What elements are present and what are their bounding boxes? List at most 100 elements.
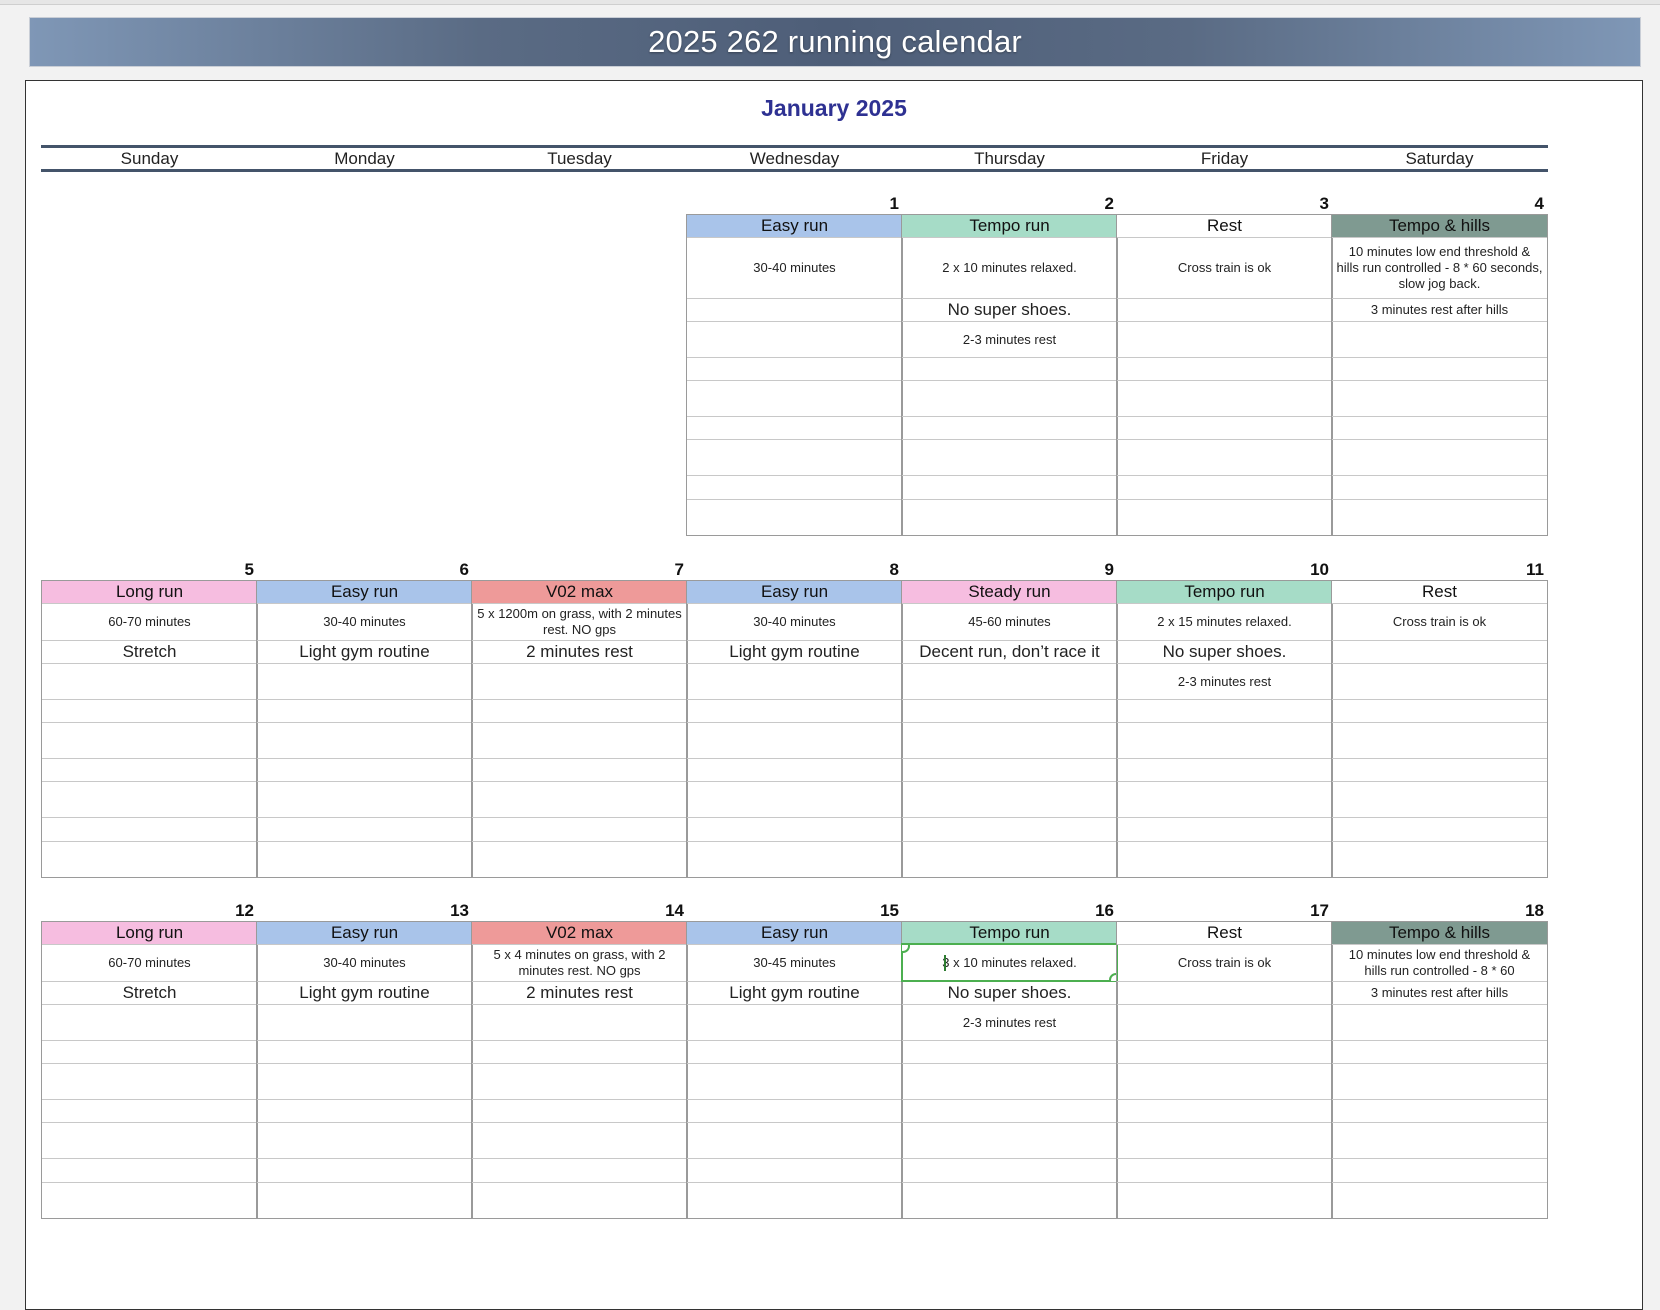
workout-note-cell[interactable]: Light gym routine xyxy=(687,640,902,663)
workout-type-cell[interactable]: Rest xyxy=(1117,215,1332,237)
empty-note-cell[interactable] xyxy=(472,699,687,722)
workout-note-cell[interactable]: Decent run, don’t race it xyxy=(902,640,1117,663)
workout-type-cell[interactable]: Easy run xyxy=(687,581,902,603)
empty-note-cell[interactable] xyxy=(902,1063,1117,1099)
empty-note-cell[interactable] xyxy=(472,1063,687,1099)
empty-note-cell[interactable] xyxy=(1117,475,1332,499)
empty-note-cell[interactable] xyxy=(1332,1122,1547,1158)
workout-note-cell[interactable] xyxy=(1332,321,1547,357)
empty-note-cell[interactable] xyxy=(42,781,257,817)
empty-note-cell[interactable] xyxy=(1332,357,1547,380)
workout-note-cell[interactable] xyxy=(472,1004,687,1040)
workout-note-cell[interactable]: 3 minutes rest after hills xyxy=(1332,298,1547,321)
empty-note-cell[interactable] xyxy=(1332,499,1547,535)
workout-note-cell[interactable]: No super shoes. xyxy=(1117,640,1332,663)
empty-note-cell[interactable] xyxy=(687,1158,902,1182)
workout-note-cell[interactable] xyxy=(687,663,902,699)
empty-note-cell[interactable] xyxy=(42,817,257,841)
empty-note-cell[interactable] xyxy=(902,1040,1117,1063)
workout-detail-cell[interactable]: 45-60 minutes xyxy=(902,603,1117,640)
empty-note-cell[interactable] xyxy=(42,1158,257,1182)
empty-note-cell[interactable] xyxy=(687,1122,902,1158)
empty-note-cell[interactable] xyxy=(902,357,1117,380)
workout-detail-cell[interactable]: 30-40 minutes xyxy=(257,603,472,640)
empty-note-cell[interactable] xyxy=(1117,416,1332,439)
workout-type-cell[interactable]: V02 max xyxy=(472,581,687,603)
empty-note-cell[interactable] xyxy=(472,1182,687,1218)
workout-note-cell[interactable] xyxy=(1332,640,1547,663)
workout-note-cell[interactable] xyxy=(687,1004,902,1040)
empty-note-cell[interactable] xyxy=(257,1063,472,1099)
empty-note-cell[interactable] xyxy=(42,722,257,758)
empty-note-cell[interactable] xyxy=(42,758,257,781)
empty-note-cell[interactable] xyxy=(42,1182,257,1218)
empty-note-cell[interactable] xyxy=(687,439,902,475)
workout-type-cell[interactable]: Easy run xyxy=(257,922,472,944)
workout-note-cell[interactable] xyxy=(687,298,902,321)
empty-note-cell[interactable] xyxy=(902,841,1117,877)
workout-note-cell[interactable]: No super shoes. xyxy=(902,981,1117,1004)
empty-note-cell[interactable] xyxy=(1332,380,1547,416)
empty-note-cell[interactable] xyxy=(1117,1158,1332,1182)
workout-detail-cell[interactable]: 10 minutes low end threshold & hills run… xyxy=(1332,237,1547,298)
empty-note-cell[interactable] xyxy=(42,1063,257,1099)
workout-detail-cell[interactable]: Cross train is ok xyxy=(1117,944,1332,981)
workout-note-cell[interactable] xyxy=(1332,1004,1547,1040)
workout-note-cell[interactable] xyxy=(1117,1004,1332,1040)
empty-note-cell[interactable] xyxy=(1117,781,1332,817)
workout-detail-cell[interactable]: 2 x 10 minutes relaxed. xyxy=(902,237,1117,298)
empty-note-cell[interactable] xyxy=(1332,781,1547,817)
empty-note-cell[interactable] xyxy=(687,475,902,499)
empty-note-cell[interactable] xyxy=(687,781,902,817)
empty-note-cell[interactable] xyxy=(257,1040,472,1063)
workout-type-cell[interactable]: Tempo run xyxy=(1117,581,1332,603)
empty-note-cell[interactable] xyxy=(902,1099,1117,1122)
empty-note-cell[interactable] xyxy=(472,1040,687,1063)
empty-note-cell[interactable] xyxy=(472,722,687,758)
empty-note-cell[interactable] xyxy=(472,781,687,817)
empty-note-cell[interactable] xyxy=(1117,841,1332,877)
empty-note-cell[interactable] xyxy=(687,817,902,841)
empty-note-cell[interactable] xyxy=(1117,1063,1332,1099)
workout-detail-cell[interactable]: Cross train is ok xyxy=(1117,237,1332,298)
empty-note-cell[interactable] xyxy=(42,699,257,722)
empty-note-cell[interactable] xyxy=(1332,1182,1547,1218)
empty-note-cell[interactable] xyxy=(687,499,902,535)
empty-note-cell[interactable] xyxy=(902,380,1117,416)
empty-note-cell[interactable] xyxy=(1117,357,1332,380)
workout-note-cell[interactable] xyxy=(1332,663,1547,699)
empty-note-cell[interactable] xyxy=(1332,475,1547,499)
workout-note-cell[interactable]: 3 minutes rest after hills xyxy=(1332,981,1547,1004)
workout-note-cell[interactable] xyxy=(902,663,1117,699)
workout-note-cell[interactable] xyxy=(257,1004,472,1040)
workout-detail-cell[interactable]: 30-45 minutes xyxy=(687,944,902,981)
workout-note-cell[interactable] xyxy=(42,663,257,699)
workout-detail-cell[interactable]: 5 x 1200m on grass, with 2 minutes rest.… xyxy=(472,603,687,640)
empty-note-cell[interactable] xyxy=(1117,499,1332,535)
workout-detail-cell[interactable]: 30-40 minutes xyxy=(687,603,902,640)
workout-detail-cell[interactable]: 30-40 minutes xyxy=(257,944,472,981)
workout-note-cell[interactable] xyxy=(1117,298,1332,321)
workout-note-cell[interactable] xyxy=(1117,321,1332,357)
workout-note-cell[interactable] xyxy=(257,663,472,699)
empty-note-cell[interactable] xyxy=(902,1158,1117,1182)
empty-note-cell[interactable] xyxy=(472,1158,687,1182)
empty-note-cell[interactable] xyxy=(1332,416,1547,439)
empty-note-cell[interactable] xyxy=(1332,817,1547,841)
workout-note-cell[interactable] xyxy=(472,663,687,699)
workout-note-cell[interactable]: No super shoes. xyxy=(902,298,1117,321)
workout-note-cell[interactable]: Stretch xyxy=(42,640,257,663)
empty-note-cell[interactable] xyxy=(687,758,902,781)
empty-note-cell[interactable] xyxy=(1117,380,1332,416)
workout-note-cell[interactable]: 2-3 minutes rest xyxy=(902,1004,1117,1040)
workout-note-cell[interactable]: 2-3 minutes rest xyxy=(1117,663,1332,699)
empty-note-cell[interactable] xyxy=(257,1158,472,1182)
workout-type-cell[interactable]: Long run xyxy=(42,581,257,603)
workout-type-cell[interactable]: Rest xyxy=(1117,922,1332,944)
workout-type-cell[interactable]: Tempo run xyxy=(902,215,1117,237)
empty-note-cell[interactable] xyxy=(42,1040,257,1063)
empty-note-cell[interactable] xyxy=(257,781,472,817)
empty-note-cell[interactable] xyxy=(1332,1040,1547,1063)
empty-note-cell[interactable] xyxy=(1332,1099,1547,1122)
empty-note-cell[interactable] xyxy=(687,699,902,722)
